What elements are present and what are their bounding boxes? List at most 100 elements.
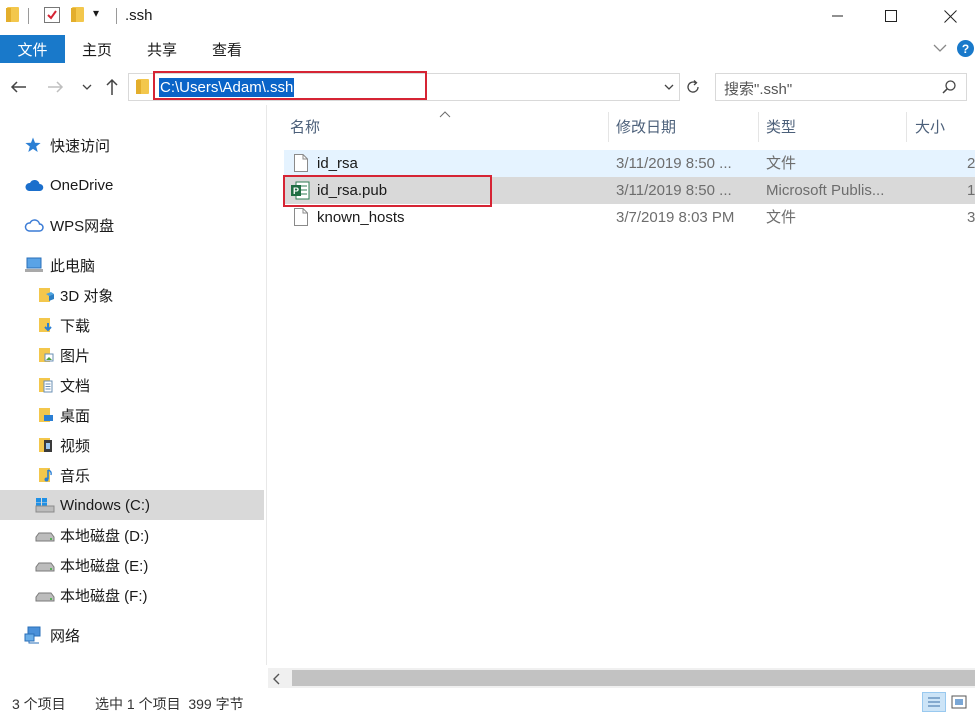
file-type: Microsoft Publis...: [766, 182, 885, 199]
nav-item-label: 本地磁盘 (D:): [60, 527, 150, 545]
nav-item-label: 本地磁盘 (F:): [60, 587, 148, 605]
tab-home[interactable]: 主页: [72, 35, 122, 63]
refresh-button[interactable]: [682, 73, 704, 101]
nav-item-local-disk-f[interactable]: 本地磁盘 (F:): [35, 580, 148, 610]
status-selection: 选中 1 个项目 399 字节: [95, 696, 244, 712]
up-button[interactable]: [103, 77, 121, 101]
nav-item-label: 下载: [60, 317, 91, 335]
nav-item-label: 图片: [60, 347, 91, 365]
explorer-folder-icon: [6, 7, 19, 22]
minimize-icon: [832, 15, 843, 17]
details-view-button[interactable]: [922, 692, 946, 712]
column-header-type[interactable]: 类型: [766, 112, 896, 140]
nav-pane-divider: [266, 105, 267, 665]
nav-item-3d-objects[interactable]: 3D 对象: [37, 280, 113, 310]
chevron-down-icon: [82, 84, 92, 90]
file-name[interactable]: id_rsa: [317, 150, 358, 177]
nav-item-local-disk-d[interactable]: 本地磁盘 (D:): [35, 520, 149, 550]
title-separator: [116, 8, 117, 24]
file-type: 文件: [766, 209, 797, 226]
nav-item-pictures[interactable]: 图片: [37, 340, 90, 370]
minimize-button[interactable]: [812, 0, 864, 32]
nav-item-label: WPS网盘: [50, 217, 115, 235]
nav-item-videos[interactable]: 视频: [37, 430, 90, 460]
column-header-name[interactable]: 名称: [290, 112, 590, 140]
file-row-id-rsa[interactable]: id_rsa 3/11/2019 8:50 ... 文件 2: [284, 150, 975, 177]
file-highlight-box: [283, 175, 492, 207]
new-folder-icon[interactable]: [71, 7, 84, 22]
nav-item-label: 桌面: [60, 407, 91, 425]
windows-drive-icon: [35, 498, 55, 513]
drive-icon: [35, 592, 55, 602]
nav-item-label: 网络: [50, 627, 81, 645]
network-icon: [24, 626, 41, 644]
nav-item-documents[interactable]: 文档: [37, 370, 90, 400]
file-name[interactable]: known_hosts: [317, 204, 405, 231]
nav-item-label: 文档: [60, 377, 91, 395]
address-highlight-box: [153, 71, 427, 100]
file-type: 文件: [766, 155, 797, 172]
help-icon[interactable]: ?: [957, 40, 974, 57]
nav-item-windows-c[interactable]: Windows (C:): [35, 490, 150, 520]
properties-icon[interactable]: [43, 6, 61, 28]
address-folder-icon: [136, 79, 149, 94]
chevron-down-icon: [664, 84, 674, 90]
star-icon: [25, 137, 41, 152]
forward-button[interactable]: [46, 78, 66, 100]
nav-item-wps-cloud[interactable]: WPS网盘: [24, 210, 114, 240]
maximize-button[interactable]: [865, 0, 917, 32]
desktop-folder-icon: [39, 408, 53, 422]
nav-item-local-disk-e[interactable]: 本地磁盘 (E:): [35, 550, 148, 580]
nav-item-music[interactable]: 音乐: [37, 460, 90, 490]
nav-item-network[interactable]: 网络: [24, 620, 80, 650]
tab-view[interactable]: 查看: [202, 35, 252, 63]
column-header-size[interactable]: 大小: [915, 112, 975, 140]
address-dropdown-button[interactable]: [662, 80, 676, 98]
expand-ribbon-icon[interactable]: [932, 40, 948, 60]
nav-item-label: 本地磁盘 (E:): [60, 557, 149, 575]
scrollbar-thumb[interactable]: [292, 670, 975, 686]
drive-icon: [35, 532, 55, 542]
nav-item-onedrive[interactable]: OneDrive: [24, 170, 113, 200]
file-modified: 3/11/2019 8:50 ...: [616, 182, 732, 199]
details-view-icon: [928, 697, 940, 707]
close-button[interactable]: [924, 0, 975, 32]
maximize-icon: [885, 10, 897, 22]
scroll-left-icon[interactable]: [272, 672, 282, 689]
tab-share[interactable]: 共享: [137, 35, 187, 63]
large-icons-view-button[interactable]: [950, 694, 970, 714]
file-size: 3: [967, 209, 975, 226]
column-divider[interactable]: [906, 112, 907, 142]
large-icons-view-icon: [951, 695, 967, 709]
title-separator: [28, 8, 29, 24]
tab-file[interactable]: 文件: [0, 35, 65, 63]
back-button[interactable]: [8, 78, 28, 100]
column-divider[interactable]: [758, 112, 759, 142]
search-icon[interactable]: [941, 79, 957, 99]
nav-item-label: 视频: [60, 437, 91, 455]
up-arrow-icon: [106, 78, 118, 95]
3d-objects-folder-icon: [39, 288, 54, 302]
nav-item-downloads[interactable]: 下载: [37, 310, 90, 340]
recent-locations-button[interactable]: [80, 80, 94, 98]
nav-item-this-pc[interactable]: 此电脑: [24, 250, 95, 280]
cloud-icon: [25, 179, 44, 191]
videos-folder-icon: [39, 438, 52, 452]
file-size: 2: [967, 155, 975, 172]
search-placeholder[interactable]: 搜索".ssh": [724, 78, 792, 99]
nav-item-label: 3D 对象: [60, 287, 114, 305]
nav-item-label: 音乐: [60, 467, 91, 485]
file-size: 1: [967, 182, 975, 199]
nav-item-label: OneDrive: [50, 176, 114, 194]
nav-item-quick-access[interactable]: 快速访问: [24, 130, 110, 160]
file-row-known-hosts[interactable]: known_hosts 3/7/2019 8:03 PM 文件 3: [284, 204, 975, 231]
nav-item-label: Windows (C:): [60, 496, 151, 514]
nav-item-desktop[interactable]: 桌面: [37, 400, 90, 430]
drive-icon: [35, 562, 55, 572]
column-divider[interactable]: [608, 112, 609, 142]
nav-item-label: 快速访问: [50, 137, 111, 155]
blank-file-icon: [294, 154, 308, 172]
column-header-modified[interactable]: 修改日期: [616, 112, 746, 140]
quick-access-toolbar-dropdown-icon[interactable]: ▾: [93, 6, 99, 20]
forward-arrow-icon: [48, 81, 64, 93]
